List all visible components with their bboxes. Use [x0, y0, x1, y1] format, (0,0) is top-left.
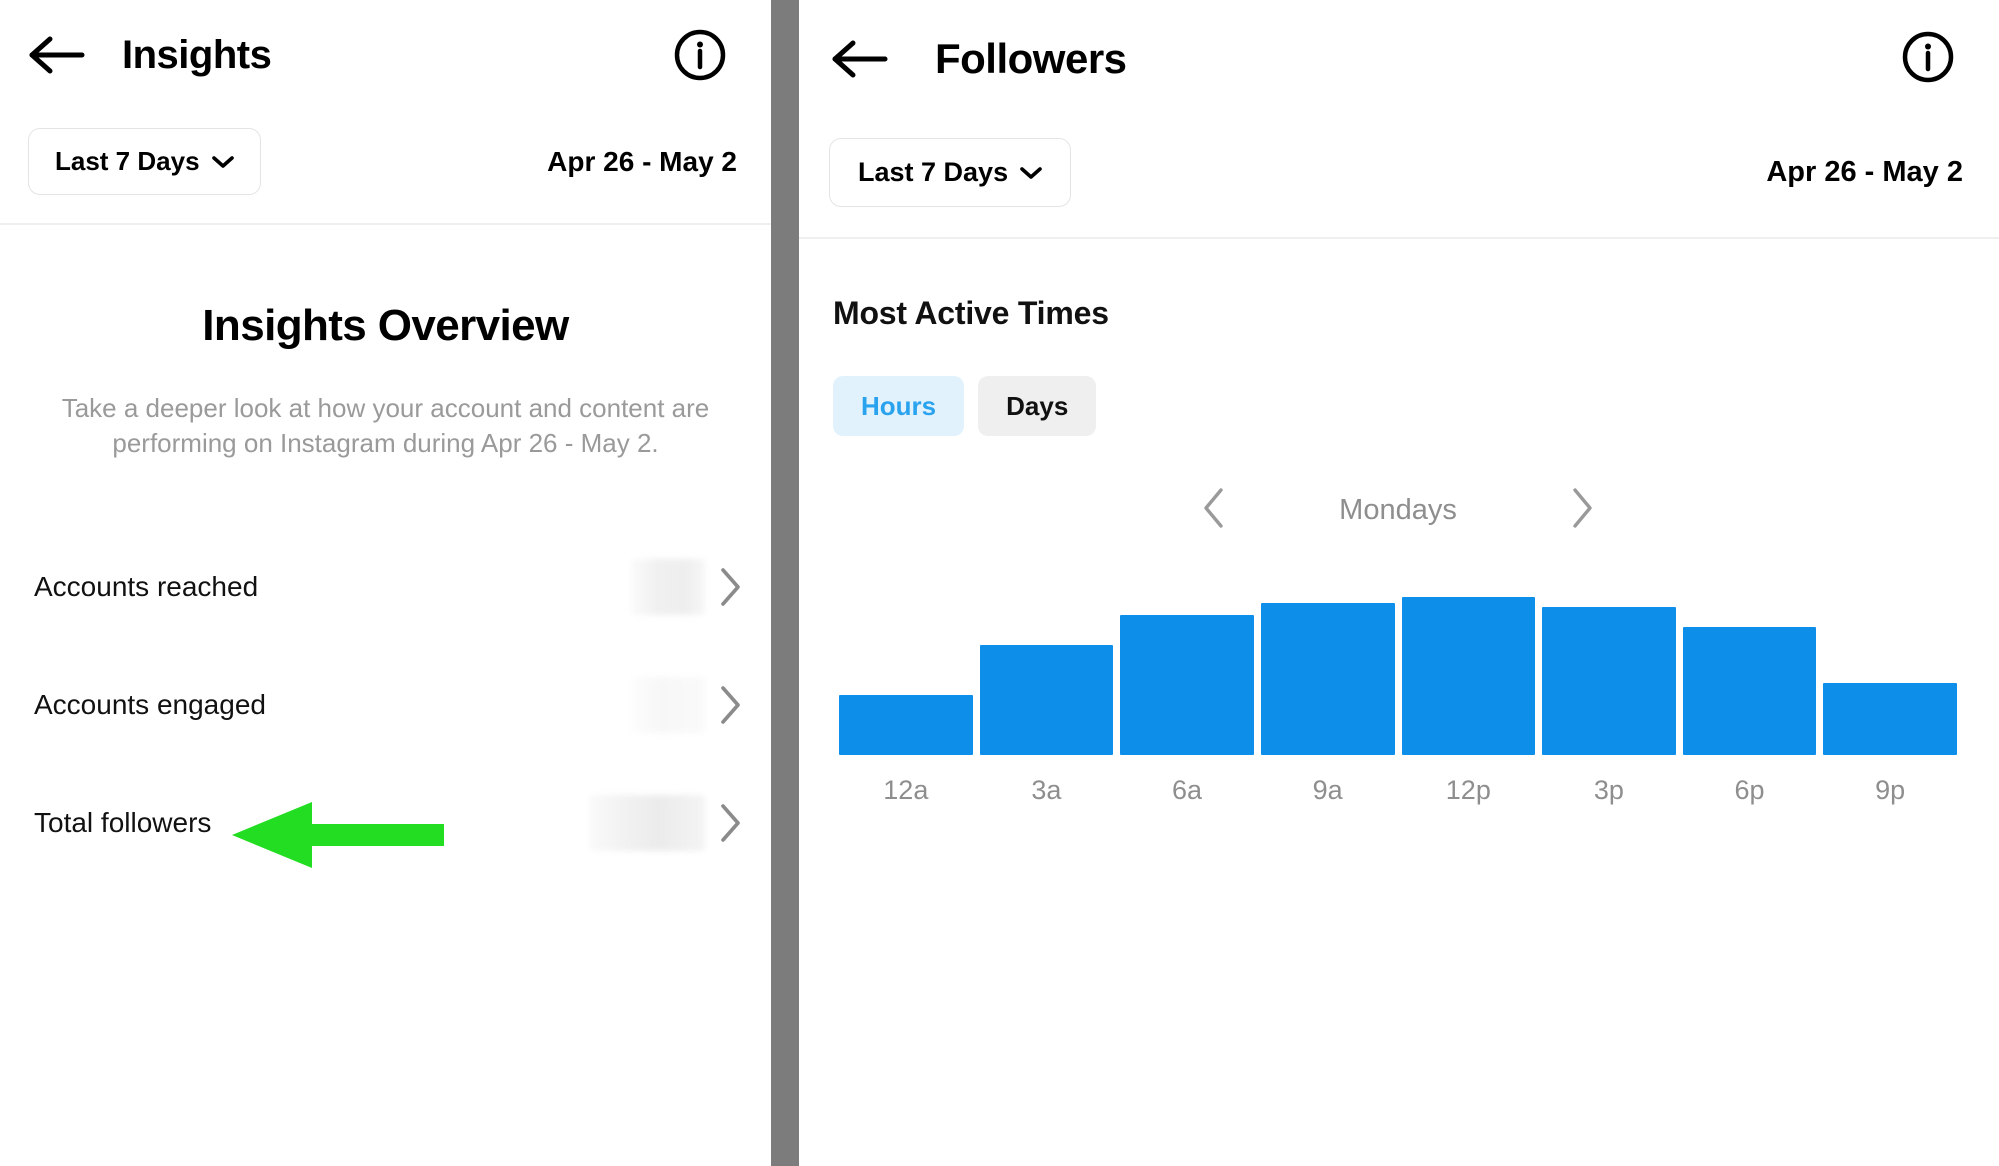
- chevron-down-icon: [1020, 166, 1042, 180]
- bar-9a[interactable]: [1260, 602, 1395, 755]
- most-active-times-chart: 12a 3a 6a 9a 12p 3p 6p 9p: [833, 579, 1963, 806]
- followers-date-bar: Last 7 Days Apr 26 - May 2: [799, 118, 1999, 237]
- chevron-left-icon[interactable]: [1201, 486, 1227, 535]
- date-range-selector[interactable]: Last 7 Days: [829, 138, 1072, 207]
- date-range-selector[interactable]: Last 7 Days: [28, 128, 261, 195]
- x-tick-label: 6p: [1734, 774, 1765, 805]
- page-title: Insights: [122, 32, 272, 77]
- bar-3p[interactable]: [1542, 606, 1676, 755]
- insights-screen: Insights Last 7 Days Apr 26 - May 2 Insi…: [0, 0, 771, 1166]
- time-granularity-toggle: Hours Days: [833, 375, 1963, 436]
- metric-value-redacted: [631, 559, 705, 616]
- x-tick-label: 12a: [883, 774, 929, 805]
- bar-group: [837, 579, 1959, 755]
- bar-12a[interactable]: [839, 694, 973, 755]
- chevron-down-icon: [211, 155, 234, 169]
- metric-row-accounts-reached[interactable]: Accounts reached: [0, 528, 771, 646]
- bar-9p[interactable]: [1823, 682, 1957, 755]
- metric-label: Accounts engaged: [34, 689, 266, 721]
- metric-label: Accounts reached: [34, 571, 259, 603]
- x-tick-label: 9a: [1312, 774, 1343, 805]
- panel-divider: [771, 0, 799, 1166]
- date-range-selector-label: Last 7 Days: [858, 157, 1009, 187]
- bar-6p[interactable]: [1682, 626, 1817, 755]
- metric-row-total-followers[interactable]: Total followers: [0, 764, 771, 882]
- insights-overview-block: Insights Overview Take a deeper look at …: [0, 225, 771, 463]
- followers-screen: Followers Last 7 Days Apr 26 - May 2 Mos…: [799, 0, 1999, 1166]
- insights-navbar: Insights: [0, 0, 771, 110]
- x-tick-label: 6a: [1172, 774, 1203, 805]
- date-range-selector-label: Last 7 Days: [55, 146, 200, 176]
- dual-screenshot-container: Insights Last 7 Days Apr 26 - May 2 Insi…: [0, 0, 1999, 1166]
- metric-label: Total followers: [34, 807, 212, 839]
- section-title: Most Active Times: [833, 294, 1109, 331]
- bar-3a[interactable]: [979, 644, 1114, 755]
- x-tick-label: 9p: [1875, 774, 1906, 805]
- info-circle-icon[interactable]: [1901, 30, 1955, 89]
- chevron-right-icon[interactable]: [719, 566, 743, 608]
- date-range-text: Apr 26 - May 2: [1766, 156, 1963, 188]
- back-arrow-icon[interactable]: [829, 35, 891, 83]
- followers-navbar: Followers: [799, 0, 1999, 118]
- chevron-right-icon[interactable]: [719, 684, 743, 726]
- date-range-text: Apr 26 - May 2: [547, 145, 737, 177]
- tab-days[interactable]: Days: [978, 375, 1097, 436]
- metric-value-redacted: [589, 795, 705, 852]
- bar-12p[interactable]: [1401, 596, 1536, 755]
- chevron-right-icon[interactable]: [1569, 486, 1595, 535]
- insights-date-bar: Last 7 Days Apr 26 - May 2: [0, 110, 771, 223]
- most-active-times-section: Most Active Times Hours Days Mondays 12a…: [799, 239, 1999, 806]
- chevron-right-icon[interactable]: [719, 802, 743, 844]
- day-navigator-label: Mondays: [1339, 493, 1457, 526]
- x-axis-tick-labels: 12a 3a 6a 9a 12p 3p 6p 9p: [837, 775, 1959, 806]
- x-tick-label: 3a: [1031, 774, 1062, 805]
- overview-description: Take a deeper look at how your account a…: [61, 392, 710, 459]
- tab-hours[interactable]: Hours: [833, 375, 965, 436]
- x-tick-label: 12p: [1445, 774, 1491, 805]
- x-tick-label: 3p: [1593, 774, 1624, 805]
- metric-row-accounts-engaged[interactable]: Accounts engaged: [0, 646, 771, 764]
- metric-list: Accounts reached Accounts engaged Total …: [0, 528, 771, 882]
- overview-title: Insights Overview: [202, 300, 569, 350]
- metric-value-redacted: [631, 677, 705, 734]
- page-title: Followers: [935, 35, 1127, 82]
- back-arrow-icon[interactable]: [26, 31, 88, 79]
- bar-6a[interactable]: [1120, 614, 1254, 755]
- info-circle-icon[interactable]: [673, 28, 727, 87]
- day-navigator: Mondays: [833, 486, 1963, 535]
